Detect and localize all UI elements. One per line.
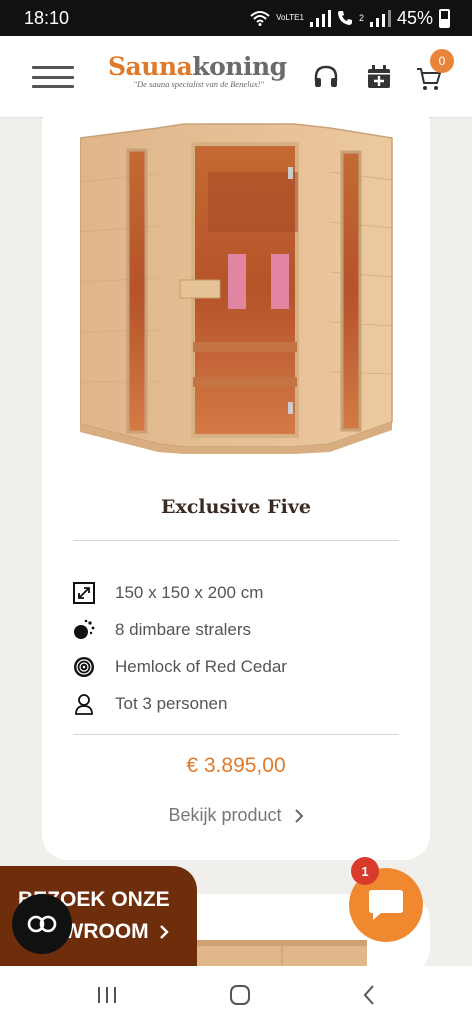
spec-row-persons: Tot 3 personen xyxy=(72,691,227,717)
system-nav-bar xyxy=(0,966,472,1024)
dimensions-icon xyxy=(72,581,96,605)
battery-icon xyxy=(439,8,450,28)
chevron-right-icon xyxy=(159,925,169,939)
home-icon[interactable] xyxy=(229,984,251,1006)
headset-icon[interactable] xyxy=(313,64,339,90)
call-icon xyxy=(337,11,352,25)
product-name[interactable]: Exclusive Five xyxy=(42,496,430,518)
calendar-add-icon[interactable] xyxy=(366,64,392,90)
recent-apps-icon[interactable] xyxy=(96,985,118,1005)
spec-row-dimensions: 150 x 150 x 200 cm xyxy=(72,580,263,606)
divider xyxy=(73,734,399,735)
signal-icon xyxy=(309,9,331,27)
chat-bubble-icon xyxy=(369,890,403,920)
logo-tagline: "De sauna specialist van de Benelux!" xyxy=(133,79,264,89)
product-card: Exclusive Five 150 x 150 x 200 cm 8 dimb… xyxy=(42,100,430,860)
view-product-link[interactable]: Bekijk product xyxy=(42,805,430,826)
spec-text: 150 x 150 x 200 cm xyxy=(115,583,264,602)
radiator-icon xyxy=(72,618,96,642)
logo[interactable]: Saunakoning "De sauna specialist van de … xyxy=(108,52,287,89)
status-icons: VoLTE1 2 45% xyxy=(250,8,450,29)
chat-notification-badge: 1 xyxy=(351,857,379,885)
product-image[interactable] xyxy=(80,122,398,454)
cart-count-badge: 0 xyxy=(430,49,454,73)
wood-icon xyxy=(72,655,96,679)
hamburger-menu-icon[interactable] xyxy=(32,66,74,88)
accessibility-button[interactable] xyxy=(12,894,72,954)
spec-row-wood: Hemlock of Red Cedar xyxy=(72,654,287,680)
logo-text-sauna: Sauna xyxy=(108,52,193,81)
signal-icon-2 xyxy=(369,9,391,27)
view-product-label: Bekijk product xyxy=(168,805,282,825)
accessibility-icon xyxy=(27,915,57,933)
status-bar: 18:10 VoLTE1 2 45% xyxy=(0,0,472,36)
status-time: 18:10 xyxy=(24,7,70,28)
spec-text: 8 dimbare stralers xyxy=(115,620,252,639)
sim2-label: 2 xyxy=(358,13,364,23)
battery-percent: 45% xyxy=(396,7,433,28)
chevron-right-icon xyxy=(294,808,303,823)
network-indicator: VoLTE1 xyxy=(276,13,304,22)
wifi-icon xyxy=(250,11,270,26)
spec-text: Tot 3 personen xyxy=(115,694,228,713)
person-icon xyxy=(72,692,96,716)
logo-text-koning: koning xyxy=(192,52,287,81)
spec-row-radiators: 8 dimbare stralers xyxy=(72,617,251,643)
divider xyxy=(73,540,399,541)
product-price: € 3.895,00 xyxy=(186,754,286,777)
spec-text: Hemlock of Red Cedar xyxy=(115,657,287,676)
back-icon[interactable] xyxy=(362,984,376,1006)
